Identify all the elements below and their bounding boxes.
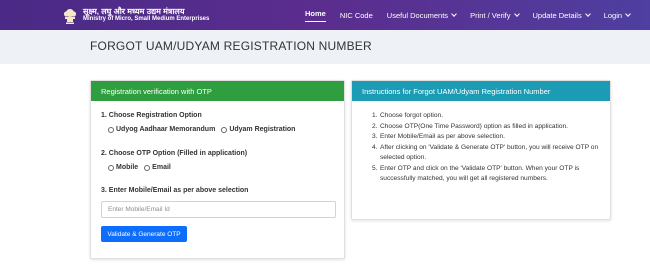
registration-option-group: Udyog Aadhaar Memorandum Udyam Registrat… (108, 126, 295, 133)
instruction-item: 2. Choose OTP(One Time Password) option a… (372, 122, 602, 133)
nav-print-verify[interactable]: Print / Verify (470, 0, 520, 30)
otp-verification-card: Registration verification with OTP 1. Ch… (90, 80, 345, 259)
otp-option-group: Mobile Email (108, 164, 171, 171)
nav-login[interactable]: Login (603, 0, 631, 30)
instruction-text: Enter OTP and click on the 'Validate OTP… (380, 164, 580, 183)
instruction-number: 4. (372, 143, 378, 151)
radio-email-label[interactable]: Email (152, 164, 171, 171)
nav-home-label: Home (305, 9, 326, 22)
main-nav: Home NIC Code Useful Documents Print / V… (300, 0, 631, 30)
step2-label: 2. Choose OTP Option (Filled in applicat… (101, 150, 248, 157)
instruction-text: Choose forgot option. (380, 112, 444, 119)
instruction-number: 2. (372, 122, 378, 130)
mobile-email-input[interactable] (101, 201, 336, 218)
nav-useful-documents[interactable]: Useful Documents (386, 0, 457, 30)
radio-udyog-aadhaar[interactable] (108, 126, 114, 133)
instruction-number: 3. (372, 133, 378, 140)
instruction-item: 5. Enter OTP and click on the 'Validate O… (372, 164, 602, 185)
instruction-text: Choose OTP(One Time Password) option as … (380, 122, 569, 130)
instruction-text: After clicking on 'Validate & Generate O… (380, 143, 599, 162)
radio-mobile-label[interactable]: Mobile (116, 164, 138, 171)
instructions-card: Instructions for Forgot UAM/Udyam Regist… (351, 80, 611, 220)
instruction-number: 1. (372, 112, 378, 119)
brand[interactable]: सूक्ष्म, लघु और मध्यम उद्यम मंत्रालय Min… (62, 5, 209, 25)
instruction-item: 3. Enter Mobile/Email as per above select… (372, 132, 602, 143)
brand-hindi-title: सूक्ष्म, लघु और मध्यम उद्यम मंत्रालय (83, 6, 185, 16)
brand-english-title: Ministry of Micro, Small Medium Enterpri… (83, 16, 210, 23)
nav-print-verify-label: Print / Verify (470, 10, 511, 20)
chevron-down-icon (451, 10, 457, 17)
radio-udyam-registration[interactable] (221, 126, 228, 133)
chevron-down-icon (625, 10, 631, 17)
page-title-bar: FORGOT UAM/UDYAM REGISTRATION NUMBER (0, 30, 650, 64)
nav-login-label: Login (603, 10, 623, 20)
radio-email[interactable] (144, 164, 151, 171)
national-emblem-icon (63, 9, 77, 24)
instructions-list: 1. Choose forgot option. 2. Choose OTP(One… (372, 111, 602, 185)
step3-label: 3. Enter Mobile/Email as per above selec… (101, 187, 249, 194)
radio-udyog-aadhaar-label[interactable]: Udyog Aadhaar Memorandum (116, 126, 215, 133)
nav-nic-code-label: NIC Code (339, 10, 373, 20)
chevron-down-icon (513, 10, 520, 17)
nav-update-details[interactable]: Update Details (532, 0, 591, 30)
step1-label: 1. Choose Registration Option (101, 112, 202, 119)
page-title: FORGOT UAM/UDYAM REGISTRATION NUMBER (90, 39, 372, 53)
top-navbar: सूक्ष्म, लघु और मध्यम उद्यम मंत्रालय Min… (0, 0, 650, 30)
instructions-heading: Instructions for Forgot UAM/Udyam Regist… (352, 81, 610, 101)
instruction-text: Enter Mobile/Email as per above selectio… (380, 133, 505, 140)
radio-udyam-registration-label[interactable]: Udyam Registration (229, 126, 295, 133)
radio-mobile[interactable] (108, 164, 114, 171)
otp-card-heading: Registration verification with OTP (91, 81, 344, 101)
validate-generate-otp-button[interactable]: Validate & Generate OTP (101, 226, 187, 242)
chevron-down-icon (584, 10, 591, 17)
nav-home[interactable]: Home (305, 0, 326, 30)
nav-useful-documents-label: Useful Documents (386, 10, 449, 20)
instruction-number: 5. (372, 164, 378, 172)
nav-update-details-label: Update Details (532, 10, 582, 20)
nav-nic-code[interactable]: NIC Code (340, 0, 373, 30)
instruction-item: 4. After clicking on 'Validate & Generate… (372, 143, 602, 164)
instruction-item: 1. Choose forgot option. (372, 111, 602, 122)
